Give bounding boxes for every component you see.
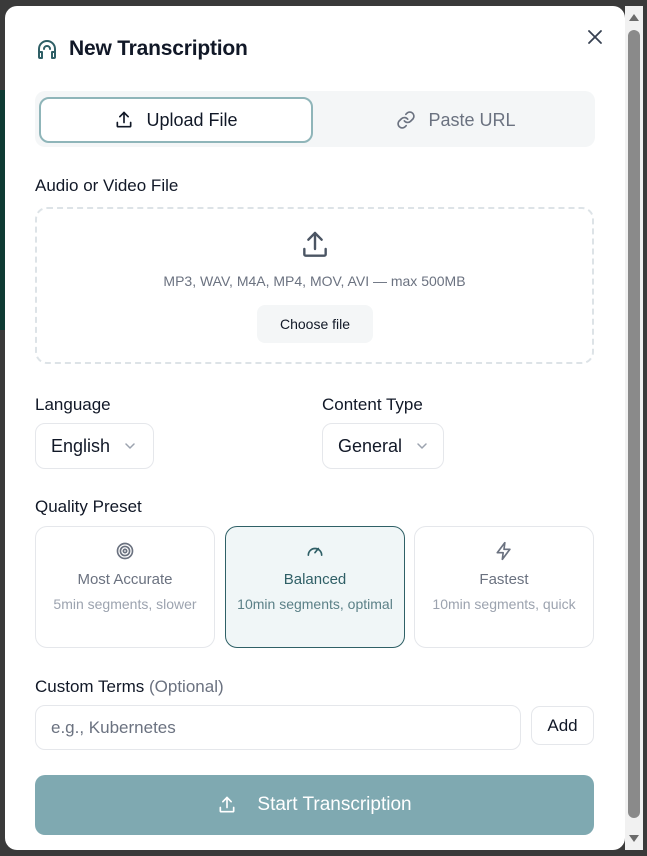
link-icon bbox=[397, 111, 416, 129]
new-transcription-dialog: New Transcription Upload File Paste URL … bbox=[5, 6, 625, 850]
content-type-value: General bbox=[338, 435, 403, 456]
lightning-icon bbox=[496, 541, 511, 561]
gauge-icon bbox=[307, 547, 323, 556]
start-transcription-button[interactable]: Start Transcription bbox=[35, 775, 594, 835]
file-formats-hint: MP3, WAV, M4A, MP4, MOV, AVI — max 500MB bbox=[163, 273, 466, 289]
preset-most-accurate[interactable]: Most Accurate 5min segments, slower bbox=[35, 526, 215, 648]
upload-icon bbox=[303, 231, 327, 257]
custom-terms-label-text: Custom Terms bbox=[35, 677, 145, 696]
source-tabs: Upload File Paste URL bbox=[35, 91, 595, 147]
language-label: Language bbox=[35, 395, 111, 414]
quality-label: Quality Preset bbox=[35, 497, 142, 516]
chevron-down-icon bbox=[125, 443, 135, 449]
dialog-title: New Transcription bbox=[69, 37, 248, 60]
upload-icon bbox=[219, 796, 235, 813]
start-label: Start Transcription bbox=[257, 794, 412, 815]
content-type-select[interactable]: General bbox=[322, 423, 444, 469]
scroll-down-arrow[interactable] bbox=[629, 835, 639, 842]
file-label: Audio or Video File bbox=[35, 176, 179, 195]
choose-file-button[interactable]: Choose file bbox=[257, 305, 373, 343]
dialog-header: New Transcription bbox=[35, 36, 248, 62]
chevron-down-icon bbox=[417, 443, 427, 449]
tab-label: Paste URL bbox=[428, 109, 516, 130]
file-dropzone[interactable]: MP3, WAV, M4A, MP4, MOV, AVI — max 500MB… bbox=[35, 207, 594, 364]
optional-hint: (Optional) bbox=[149, 677, 224, 696]
preset-name: Fastest bbox=[479, 571, 529, 588]
close-button[interactable] bbox=[584, 26, 606, 48]
preset-balanced[interactable]: Balanced 10min segments, optimal bbox=[225, 526, 405, 648]
preset-fastest[interactable]: Fastest 10min segments, quick bbox=[414, 526, 594, 648]
tab-label: Upload File bbox=[146, 109, 238, 130]
preset-desc: 5min segments, slower bbox=[53, 596, 197, 612]
add-term-button[interactable]: Add bbox=[531, 706, 594, 745]
custom-terms-input[interactable] bbox=[35, 705, 521, 750]
language-select[interactable]: English bbox=[35, 423, 154, 469]
scroll-thumb[interactable] bbox=[628, 30, 640, 818]
target-icon bbox=[116, 542, 134, 560]
preset-name: Most Accurate bbox=[77, 571, 173, 588]
preset-desc: 10min segments, optimal bbox=[237, 596, 393, 612]
upload-icon bbox=[116, 111, 132, 128]
close-icon bbox=[588, 30, 602, 44]
language-value: English bbox=[51, 435, 111, 456]
tab-upload-file[interactable]: Upload File bbox=[39, 97, 313, 143]
preset-desc: 10min segments, quick bbox=[432, 596, 576, 612]
content-type-label: Content Type bbox=[322, 395, 423, 414]
scroll-up-arrow[interactable] bbox=[629, 14, 639, 21]
custom-terms-label: Custom Terms (Optional) bbox=[35, 677, 224, 697]
preset-name: Balanced bbox=[283, 571, 347, 588]
scrollbar[interactable] bbox=[625, 6, 643, 850]
tab-paste-url[interactable]: Paste URL bbox=[319, 97, 593, 143]
headphones-icon bbox=[38, 40, 56, 59]
